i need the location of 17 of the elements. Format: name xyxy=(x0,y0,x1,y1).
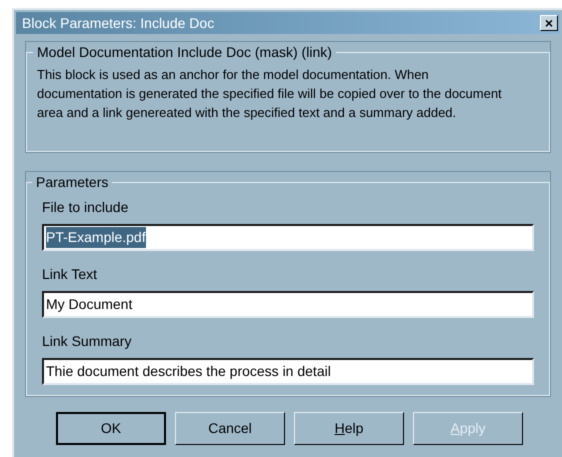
group-title: Model Documentation Include Doc (mask) (link) xyxy=(36,43,333,62)
field-label: File to include xyxy=(42,198,130,217)
field-value: Thie document describes the process in detail xyxy=(46,362,331,381)
input-field[interactable]: My Document xyxy=(42,291,534,318)
dialog-button[interactable]: Help xyxy=(294,412,404,445)
dialog-button[interactable]: OK xyxy=(56,412,166,445)
input-field[interactable]: PT-Example.pdf xyxy=(42,224,534,251)
close-button[interactable]: × xyxy=(540,15,558,31)
field-label: Link Summary xyxy=(42,332,132,351)
field-value: PT-Example.pdf xyxy=(46,227,146,248)
field-value: My Document xyxy=(46,295,132,314)
group-title: Parameters xyxy=(35,173,110,192)
window-title: Block Parameters: Include Doc xyxy=(22,14,214,32)
dialog-button[interactable]: Cancel xyxy=(175,412,285,445)
description-text: This block is used as an anchor for the model documentation. When documentation is generated the specified file will be copied over to the document area and a link genereated with the specified text and a summary added. xyxy=(37,66,503,122)
field-label: Link Text xyxy=(42,265,98,284)
input-field[interactable]: Thie document describes the process in detail xyxy=(42,358,534,385)
